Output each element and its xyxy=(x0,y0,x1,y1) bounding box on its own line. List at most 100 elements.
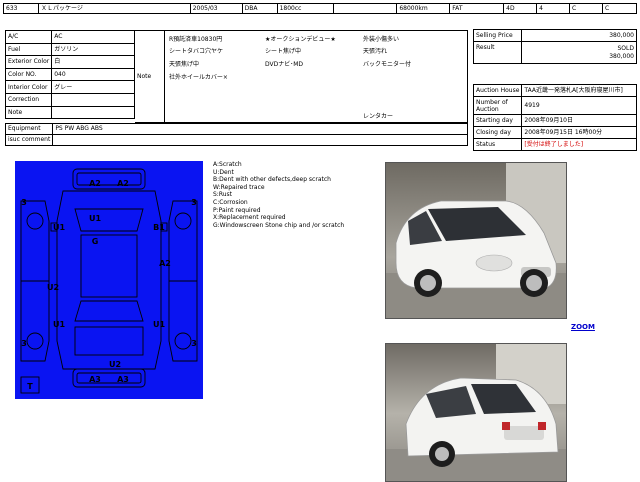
spec-value: AC xyxy=(51,30,135,44)
mileage: 68000km xyxy=(396,3,451,14)
grade: ＸＬパッケージ xyxy=(37,3,191,14)
spec-value xyxy=(51,105,135,120)
note-line: レンタカー xyxy=(363,113,394,120)
spec-label: Exterior Color xyxy=(4,55,53,69)
auction-table: Auction House TAA近畿一発落札A[大阪府寝屋川市] Number… xyxy=(472,84,637,151)
damage-mark: A2 xyxy=(159,259,171,268)
damage-mark: A2 xyxy=(117,179,129,188)
closing-day-value: 2008年09月15日 16時00分 xyxy=(521,126,637,139)
note-line: 天張焦げ中 xyxy=(169,61,200,68)
starting-day-label: Starting day xyxy=(472,114,523,127)
damage-mark: 3 xyxy=(191,339,197,348)
auction-house-label: Auction House xyxy=(472,84,523,97)
auction-number-value: 4919 xyxy=(521,96,637,115)
legend-item: P:Paint required xyxy=(213,206,261,214)
damage-mark: U1 xyxy=(53,223,65,232)
legend-item: C:Corrosion xyxy=(213,198,248,206)
equipment-value: PS PW ABG ABS xyxy=(52,123,468,135)
spec-value: 白 xyxy=(51,55,135,69)
condition-diagram: A2 A2 3 3 U1 U1 B1 G A2 U2 3 3 U1 U1 U2 … xyxy=(15,161,203,399)
note-line: ★オークションデビュー★ xyxy=(265,36,336,43)
note-label: Note xyxy=(137,73,152,80)
legend-item: W:Repaired trace xyxy=(213,183,265,191)
model-code: DBA xyxy=(241,3,278,14)
spec-label: Correction xyxy=(4,92,53,107)
closing-day-label: Closing day xyxy=(472,126,523,139)
note-line: R預託済車10830円 xyxy=(169,36,223,43)
damage-mark: A2 xyxy=(89,179,101,188)
damage-mark: 3 xyxy=(191,198,197,207)
damage-mark: 3 xyxy=(21,198,27,207)
note-line: 社外ホイールカバー× xyxy=(169,74,228,81)
isuc-label: isuc comment xyxy=(4,134,54,146)
doors: 4D xyxy=(503,3,538,14)
isuc-value xyxy=(52,134,468,146)
note-line: DVDナビ･MD xyxy=(265,61,304,68)
spec-label: Fuel xyxy=(4,42,53,57)
result-price: 380,000 xyxy=(609,52,634,60)
lot-number: 633 xyxy=(3,3,39,14)
damage-mark: U1 xyxy=(153,320,165,329)
legend-item: S:Rust xyxy=(213,191,233,199)
spec-value xyxy=(51,92,135,107)
empty-cell xyxy=(332,3,398,14)
legend-item: X:Replacement required xyxy=(213,214,286,222)
damage-mark: U2 xyxy=(47,283,59,292)
selling-price-value: 380,000 xyxy=(521,29,637,42)
exterior-grade: C xyxy=(569,3,603,14)
note-line: 天張汚れ xyxy=(363,48,388,55)
note-line: 外装小傷多い xyxy=(363,36,400,43)
damage-mark: B1 xyxy=(153,223,165,232)
car-front-image xyxy=(386,163,566,318)
legend-item: U:Dent xyxy=(213,168,234,176)
selling-table: Selling Price 380,000 Result SOLD 380,00… xyxy=(473,29,637,64)
spec-value: 040 xyxy=(51,67,135,82)
damage-mark: A3 xyxy=(89,375,101,384)
equipment-table: Equipment PS PW ABG ABS isuc comment xyxy=(4,123,468,146)
result-status: SOLD xyxy=(617,44,635,52)
damage-mark: A3 xyxy=(117,375,129,384)
zoom-link[interactable]: ZOOM xyxy=(571,323,595,331)
car-rear-image xyxy=(386,344,566,481)
car-photo-front[interactable] xyxy=(385,162,567,319)
displacement: 1800cc xyxy=(276,3,334,14)
legend-item: A:Scratch xyxy=(213,161,242,168)
year: 2005/03 xyxy=(189,3,243,14)
selling-price-label: Selling Price xyxy=(473,29,522,42)
spec-value: グレー xyxy=(51,80,135,94)
auction-house-value: TAA近畿一発落札A[大阪府寝屋川市] xyxy=(521,84,637,97)
interior-grade: C xyxy=(601,3,638,14)
spec-label: Color NO. xyxy=(4,67,53,82)
result-value: SOLD 380,000 xyxy=(521,41,637,64)
spec-label: Interior Color xyxy=(4,80,53,94)
spec-label: A/C xyxy=(4,30,53,44)
damage-mark: U1 xyxy=(53,320,65,329)
vehicle-summary-row: 633 ＸＬパッケージ 2005/03 DBA 1800cc 68000km F… xyxy=(3,3,638,14)
result-label: Result xyxy=(473,41,522,64)
score: 4 xyxy=(536,3,571,14)
spec-table: A/C AC Fuel ガソリン Exterior Color 白 Color NO.… xyxy=(4,30,135,120)
damage-mark: T xyxy=(27,382,33,391)
note-line: シートタバコ穴ヤケ xyxy=(169,48,224,55)
damage-mark: G xyxy=(92,237,99,246)
car-photo-rear[interactable] xyxy=(385,343,567,482)
equipment-label: Equipment xyxy=(4,123,54,135)
car-outline-svg: A2 A2 3 3 U1 U1 B1 G A2 U2 3 3 U1 U1 U2 … xyxy=(20,168,198,394)
legend-item: B:Dent with other defects,deep scratch xyxy=(213,176,331,184)
transmission: FAT xyxy=(449,3,505,14)
note-line: バックモニター付 xyxy=(363,61,412,68)
spec-label: Note xyxy=(4,105,53,120)
status-label: Status xyxy=(472,138,523,151)
damage-legend: A:Scratch U:Dent B:Dent with other defec… xyxy=(213,161,383,229)
damage-mark: 3 xyxy=(21,339,27,348)
note-column: Note xyxy=(135,30,165,123)
note-line: シート焦げ中 xyxy=(265,48,302,55)
auction-number-label: Number of Auction xyxy=(472,96,523,115)
spec-value: ガソリン xyxy=(51,42,135,57)
status-value: [受付は終了しました] xyxy=(521,138,637,151)
legend-item: G:Windowscreen Stone chip and /or scratc… xyxy=(213,221,345,229)
starting-day-value: 2008年09月10日 xyxy=(521,114,637,127)
note-box: R預託済車10830円 ★オークションデビュー★ 外装小傷多い シートタバコ穴ヤ… xyxy=(165,30,468,123)
damage-mark: U1 xyxy=(89,214,101,223)
damage-mark: U2 xyxy=(109,360,121,369)
